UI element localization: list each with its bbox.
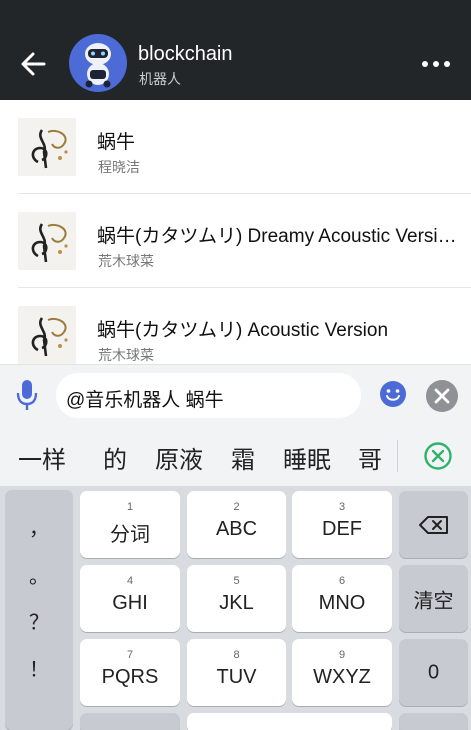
key-8[interactable]: 8 TUV — [187, 639, 286, 706]
symbol-key[interactable]: 。 — [5, 560, 73, 589]
divider — [397, 440, 398, 472]
song-title: 蜗牛(カタツムリ) Dreamy Acoustic Version — [97, 226, 457, 247]
key-7[interactable]: 7 PQRS — [80, 639, 180, 706]
key-9[interactable]: 9 WXYZ — [292, 639, 392, 706]
key-label: TUV — [216, 666, 257, 688]
key-1[interactable]: 1 分词 — [80, 491, 180, 558]
back-arrow-icon[interactable] — [18, 46, 48, 82]
key-label: ABC — [215, 518, 258, 540]
song-artist: 荒木球菜 — [98, 347, 154, 363]
key-label: JKL — [219, 592, 254, 614]
key-number: 6 — [338, 575, 346, 587]
key-number: 9 — [338, 649, 346, 661]
key-5[interactable]: 5 JKL — [187, 565, 286, 632]
key-label: GHI — [112, 592, 148, 614]
music-note-icon — [18, 306, 76, 364]
key-label: WXYZ — [313, 666, 371, 688]
key-number: 8 — [233, 649, 240, 661]
clear-key[interactable]: 清空 — [399, 565, 468, 632]
key-label: 0 — [427, 661, 440, 683]
robot-icon — [85, 43, 111, 88]
chat-title: blockchain — [138, 43, 233, 65]
key-4[interactable]: 4 GHI — [80, 565, 180, 632]
key-label: DEF — [322, 518, 362, 540]
symbol-key[interactable]: ， — [5, 512, 73, 541]
bottom-key[interactable] — [80, 713, 180, 730]
key-label: PQRS — [101, 666, 159, 688]
music-note-icon — [18, 212, 76, 270]
song-item[interactable]: 蜗牛 程晓洁 — [0, 100, 471, 194]
chat-header: blockchain 机器人 — [0, 0, 471, 100]
message-input-text: @音乐机器人 蜗牛 — [66, 390, 224, 411]
key-0[interactable]: 0 — [399, 639, 468, 706]
candidate-word[interactable]: 一样 — [18, 440, 66, 475]
key-number: 4 — [126, 575, 134, 587]
key-2[interactable]: 2 ABC — [187, 491, 286, 558]
song-title: 蜗牛 — [97, 132, 136, 153]
message-input[interactable]: @音乐机器人 蜗牛 — [56, 373, 361, 418]
message-input-bar: @音乐机器人 蜗牛 — [0, 364, 471, 426]
song-artist: 荒木球菜 — [98, 253, 154, 269]
emoji-icon[interactable] — [379, 380, 407, 408]
key-label: 清空 — [413, 590, 454, 612]
space-key[interactable] — [187, 713, 392, 730]
song-list: 蜗牛 程晓洁 蜗牛(カタツムリ) Dreamy Acoustic Version… — [0, 100, 471, 364]
key-label: MNO — [318, 592, 366, 614]
bot-avatar[interactable] — [69, 34, 127, 92]
microphone-icon[interactable] — [14, 377, 40, 413]
ime-candidate-bar: 一样 的 原液 霜 睡眠 哥 — [0, 426, 471, 486]
bottom-key[interactable] — [399, 713, 468, 730]
chat-screen: blockchain 机器人 蜗牛 程晓洁 蜗牛(カタツムリ) Dreamy A… — [0, 0, 471, 730]
song-title: 蜗牛(カタツムリ) Acoustic Version — [97, 320, 389, 341]
ime-keyboard: ， 。 ？ ！ 1 分词 2 ABC 3 DEF 4 GHI 5 JKL 6 M… — [0, 486, 471, 730]
key-3[interactable]: 3 DEF — [292, 491, 392, 558]
candidate-word[interactable]: 的 — [103, 440, 127, 475]
music-note-icon — [18, 118, 76, 176]
chat-subtitle: 机器人 — [139, 71, 181, 87]
candidate-word[interactable]: 原液 — [155, 440, 203, 475]
candidate-word[interactable]: 睡眠 — [283, 440, 331, 475]
key-label: 分词 — [110, 524, 150, 546]
backspace-key[interactable] — [399, 491, 468, 558]
key-6[interactable]: 6 MNO — [292, 565, 392, 632]
key-number: 1 — [126, 501, 134, 513]
symbol-key[interactable]: ！ — [5, 653, 73, 682]
symbol-key[interactable]: ？ — [5, 606, 73, 635]
key-number: 5 — [233, 575, 240, 587]
more-options-icon[interactable] — [419, 54, 455, 74]
key-number: 7 — [126, 649, 134, 661]
candidate-word[interactable]: 霜 — [231, 440, 255, 475]
symbol-column[interactable]: ， 。 ？ ！ — [5, 490, 73, 730]
key-number: 2 — [233, 501, 240, 513]
close-candidates-icon[interactable] — [423, 441, 453, 471]
clear-input-icon[interactable] — [425, 379, 459, 413]
song-artist: 程晓洁 — [98, 159, 140, 175]
song-item[interactable]: 蜗牛(カタツムリ) Acoustic Version 荒木球菜 — [0, 288, 471, 364]
backspace-icon — [419, 516, 448, 534]
key-number: 3 — [338, 501, 346, 513]
song-item[interactable]: 蜗牛(カタツムリ) Dreamy Acoustic Version 荒木球菜 — [0, 194, 471, 288]
candidate-word[interactable]: 哥 — [358, 440, 382, 475]
